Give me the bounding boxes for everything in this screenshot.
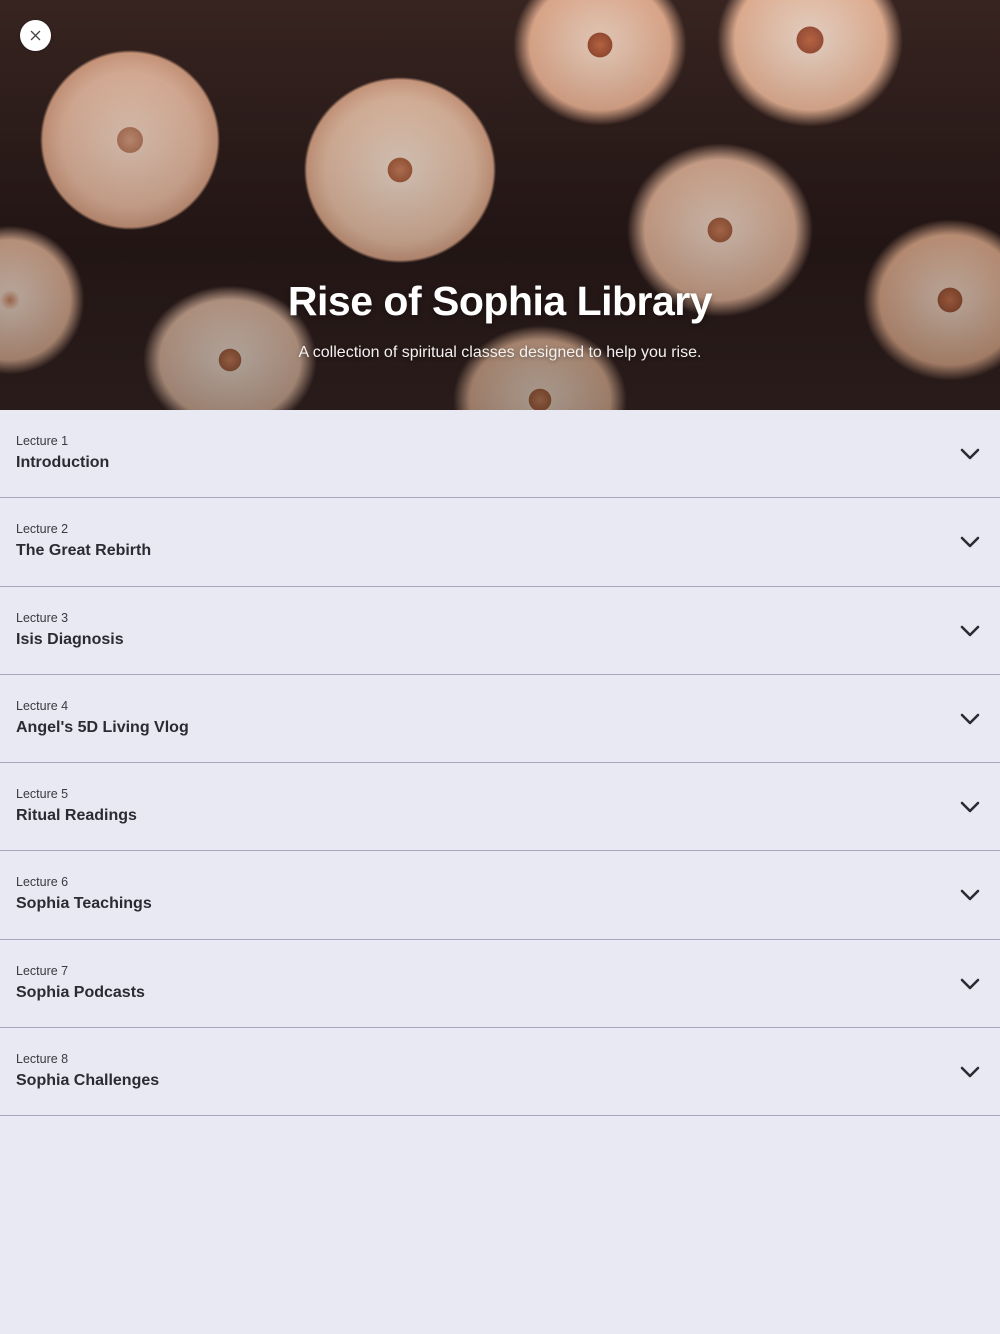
library-page: Rise of Sophia Library A collection of s… xyxy=(0,0,1000,1334)
page-title: Rise of Sophia Library xyxy=(287,278,713,324)
chevron-down-icon[interactable] xyxy=(960,801,980,814)
chevron-down-icon[interactable] xyxy=(960,448,980,461)
lecture-number: Lecture 2 xyxy=(16,522,69,537)
chevron-down-icon[interactable] xyxy=(960,978,980,991)
lecture-title: Isis Diagnosis xyxy=(16,630,124,648)
chevron-down-icon[interactable] xyxy=(960,713,980,726)
lecture-item-8[interactable]: Lecture 8 Sophia Challenges xyxy=(0,1028,1000,1117)
hero-banner: Rise of Sophia Library A collection of s… xyxy=(0,0,1000,410)
lecture-item-3[interactable]: Lecture 3 Isis Diagnosis xyxy=(0,586,1000,675)
lecture-number: Lecture 6 xyxy=(16,875,69,890)
lecture-number: Lecture 5 xyxy=(16,787,69,802)
lecture-list: Lecture 1 Introduction Lecture 2 The Gre… xyxy=(0,410,1000,1117)
lecture-item-6[interactable]: Lecture 6 Sophia Teachings xyxy=(0,851,1000,940)
chevron-down-icon[interactable] xyxy=(960,625,980,638)
lecture-title: The Great Rebirth xyxy=(16,542,152,560)
lecture-title: Sophia Challenges xyxy=(16,1072,160,1090)
close-button[interactable] xyxy=(20,20,51,51)
lecture-title: Sophia Teachings xyxy=(16,895,152,913)
lecture-title: Sophia Podcasts xyxy=(16,983,145,1001)
chevron-down-icon[interactable] xyxy=(960,536,980,549)
lecture-item-2[interactable]: Lecture 2 The Great Rebirth xyxy=(0,498,1000,587)
lecture-title: Angel's 5D Living Vlog xyxy=(16,718,189,736)
lecture-number: Lecture 8 xyxy=(16,1052,69,1067)
lecture-number: Lecture 3 xyxy=(16,610,69,625)
chevron-down-icon[interactable] xyxy=(960,889,980,902)
lecture-number: Lecture 7 xyxy=(16,963,69,978)
lecture-item-4[interactable]: Lecture 4 Angel's 5D Living Vlog xyxy=(0,674,1000,764)
lecture-number: Lecture 4 xyxy=(16,698,69,713)
lecture-item-7[interactable]: Lecture 7 Sophia Podcasts xyxy=(0,939,1000,1029)
chevron-down-icon[interactable] xyxy=(960,1066,980,1079)
lecture-item-1[interactable]: Lecture 1 Introduction xyxy=(0,410,1000,499)
lecture-title: Ritual Readings xyxy=(16,807,137,825)
lecture-title: Introduction xyxy=(16,454,110,471)
lecture-number: Lecture 1 xyxy=(16,434,69,448)
close-icon xyxy=(30,30,41,41)
page-subtitle: A collection of spiritual classes design… xyxy=(298,344,702,361)
lecture-item-5[interactable]: Lecture 5 Ritual Readings xyxy=(0,763,1000,852)
